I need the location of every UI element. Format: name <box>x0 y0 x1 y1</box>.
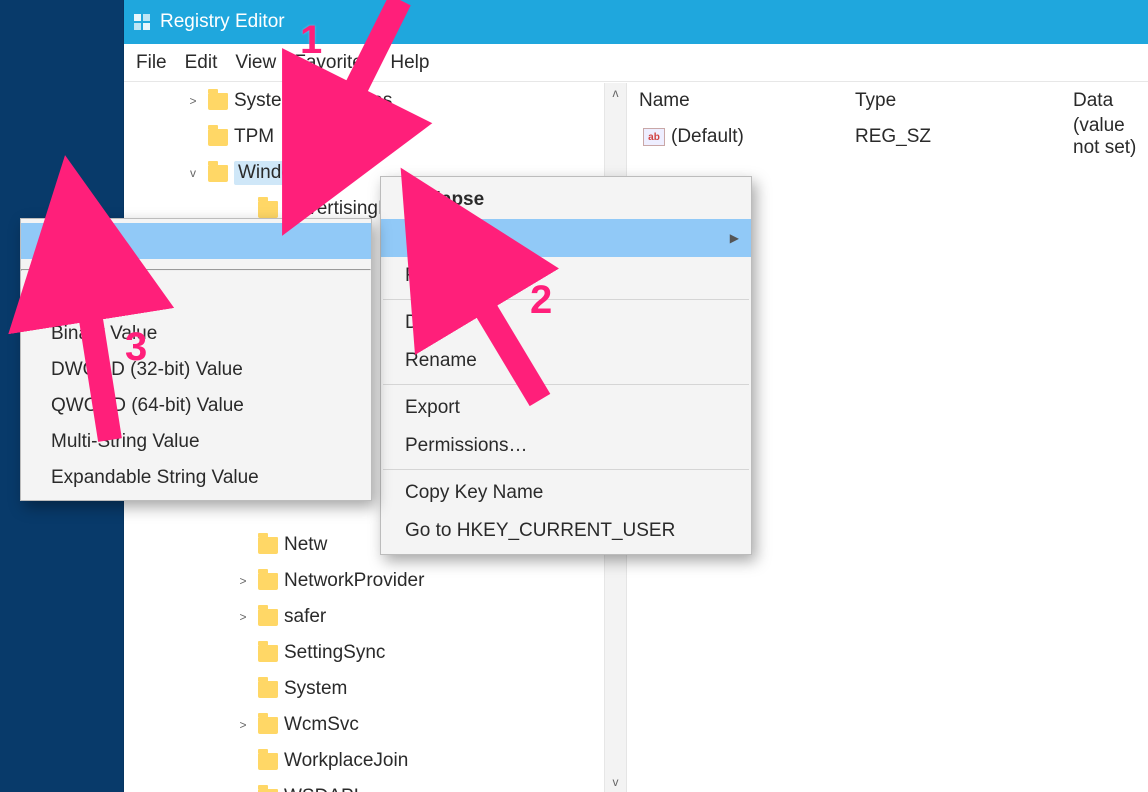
menu-separator <box>383 384 749 385</box>
tree-label: WcmSvc <box>284 714 359 736</box>
menu-bar: File Edit View Favorites Help <box>124 44 1148 82</box>
folder-icon <box>258 645 278 662</box>
menu-edit[interactable]: Edit <box>185 52 218 74</box>
value-type: REG_SZ <box>855 126 1073 148</box>
tree-item-workplacejoin[interactable]: WorkplaceJoin <box>124 743 626 779</box>
value-row-default[interactable]: ab (Default) REG_SZ (value not set) <box>627 119 1148 155</box>
menu-file[interactable]: File <box>136 52 167 74</box>
new-key[interactable]: Key <box>21 223 371 259</box>
chevron-down-icon[interactable]: v <box>184 166 202 180</box>
tree-item-networkprovider[interactable]: > NetworkProvider <box>124 563 626 599</box>
scroll-up-icon[interactable]: ʌ <box>613 87 619 99</box>
app-icon <box>132 12 152 32</box>
column-name-header[interactable]: Name <box>627 90 855 112</box>
chevron-right-icon[interactable]: > <box>234 574 252 588</box>
tree-item-wcmsvc[interactable]: > WcmSvc <box>124 707 626 743</box>
ctx-copy-key-name[interactable]: Copy Key Name <box>381 474 751 512</box>
column-headers: Name Type Data <box>627 83 1148 119</box>
annotation-number-1: 1 <box>300 18 322 63</box>
folder-icon <box>258 609 278 626</box>
folder-icon <box>258 537 278 554</box>
tree-label: SettingSync <box>284 642 385 664</box>
tree-label: Netw <box>284 534 327 556</box>
menu-view[interactable]: View <box>235 52 276 74</box>
tree-label: safer <box>284 606 326 628</box>
value-data: (value not set) <box>1073 115 1148 159</box>
scroll-down-icon[interactable]: v <box>613 776 619 788</box>
tree-label: TPM <box>234 126 274 148</box>
ctx-go-to-hkcu[interactable]: Go to HKEY_CURRENT_USER <box>381 512 751 550</box>
ctx-permissions[interactable]: Permissions… <box>381 427 751 465</box>
new-binary-value[interactable]: Binary Value <box>21 316 371 352</box>
folder-icon <box>208 165 228 182</box>
chevron-right-icon[interactable]: > <box>184 94 202 108</box>
menu-help[interactable]: Help <box>390 52 429 74</box>
annotation-number-2: 2 <box>530 278 552 323</box>
new-multistring-value[interactable]: Multi-String Value <box>21 424 371 460</box>
submenu-arrow-icon: ▶ <box>730 231 739 245</box>
column-type-header[interactable]: Type <box>855 90 1073 112</box>
tree-label: SystemCertificates <box>234 90 392 112</box>
new-expandstring-value[interactable]: Expandable String Value <box>21 460 371 496</box>
context-menu: Collapse New ▶ Find… Delete Rename Expor… <box>380 176 752 555</box>
folder-icon <box>258 573 278 590</box>
tree-item-systemcertificates[interactable]: > SystemCertificates <box>124 83 626 119</box>
folder-icon <box>258 201 278 218</box>
string-value-icon: ab <box>643 128 665 146</box>
new-dword-value[interactable]: DWORD (32-bit) Value <box>21 352 371 388</box>
menu-separator <box>383 469 749 470</box>
chevron-right-icon[interactable]: > <box>234 718 252 732</box>
ctx-export[interactable]: Export <box>381 389 751 427</box>
menu-separator <box>21 269 371 271</box>
title-bar: Registry Editor <box>124 0 1148 44</box>
folder-icon <box>208 129 228 146</box>
tree-label: Windows <box>234 161 319 185</box>
tree-label: System <box>284 678 347 700</box>
tree-item-wsdapi[interactable]: > WSDAPI <box>124 779 626 792</box>
column-data-header[interactable]: Data <box>1073 90 1148 112</box>
new-qword-value[interactable]: QWORD (64-bit) Value <box>21 388 371 424</box>
folder-icon <box>208 93 228 110</box>
ctx-delete[interactable]: Delete <box>381 304 751 342</box>
new-submenu: Key String Value Binary Value DWORD (32-… <box>20 218 372 501</box>
chevron-right-icon[interactable]: > <box>234 610 252 624</box>
tree-item-system[interactable]: System <box>124 671 626 707</box>
window-title: Registry Editor <box>160 11 285 33</box>
ctx-new-label: New <box>405 227 443 249</box>
tree-label: NetworkProvider <box>284 570 424 592</box>
menu-separator <box>383 299 749 300</box>
folder-icon <box>258 681 278 698</box>
tree-label: WorkplaceJoin <box>284 750 408 772</box>
new-string-value[interactable]: String Value <box>21 280 371 316</box>
ctx-collapse[interactable]: Collapse <box>381 181 751 219</box>
tree-item-safer[interactable]: > safer <box>124 599 626 635</box>
tree-item-tpm[interactable]: TPM <box>124 119 626 155</box>
folder-icon <box>258 717 278 734</box>
tree-label: WSDAPI <box>284 786 359 792</box>
folder-icon <box>258 753 278 770</box>
ctx-find[interactable]: Find… <box>381 257 751 295</box>
ctx-rename[interactable]: Rename <box>381 342 751 380</box>
folder-icon <box>258 789 278 792</box>
value-name: (Default) <box>671 126 744 148</box>
tree-item-settingsync[interactable]: SettingSync <box>124 635 626 671</box>
ctx-new[interactable]: New ▶ <box>381 219 751 257</box>
annotation-number-3: 3 <box>125 325 147 370</box>
